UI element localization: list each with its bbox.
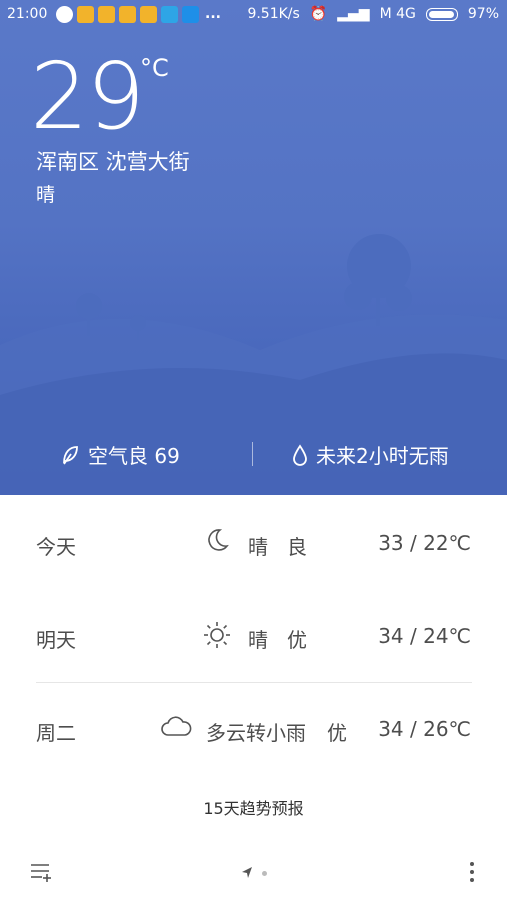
forecast-range: 34 / 24℃: [378, 624, 471, 648]
app-notification-icon: [56, 6, 73, 23]
alipay-icon: [182, 6, 199, 23]
daily-forecast: 今天 晴 良 33 / 22℃ 明天 晴 优 34 / 24℃ 周二 多云转小雨…: [0, 495, 507, 835]
air-info-row: 空气良 69 未来2小时无雨: [0, 432, 507, 476]
battery-level: 97%: [467, 6, 499, 22]
forecast-row[interactable]: 周二 多云转小雨 优 34 / 26℃: [0, 699, 507, 759]
current-temperature: 29: [30, 43, 145, 150]
mail-icon: [119, 6, 136, 23]
air-divider: [252, 442, 253, 466]
city-list-icon[interactable]: [30, 861, 54, 887]
status-bar: 21:00 ... 9.51K/s ⏰ ▂▄▆ M 4G 97%: [0, 0, 507, 28]
rain-forecast[interactable]: 未来2小时无雨: [292, 440, 449, 469]
forecast-desc: 晴: [248, 535, 268, 559]
trend-forecast-link[interactable]: 15天趋势预报: [0, 795, 507, 819]
mail-icon: [98, 6, 115, 23]
forecast-day: 明天: [36, 628, 76, 652]
status-right: 9.51K/s ⏰ ▂▄▆ M 4G 97%: [247, 6, 499, 22]
forecast-day: 今天: [36, 535, 76, 559]
moon-icon: [204, 527, 230, 558]
forecast-desc: 晴: [248, 628, 268, 652]
carrier-label: M 4G: [379, 6, 416, 22]
battery-icon: [425, 7, 458, 21]
forecast-desc: 多云转小雨: [206, 721, 306, 745]
air-quality-label: 空气良 69: [88, 444, 180, 468]
forecast-air-quality: 优: [287, 628, 307, 652]
notification-icons: ...: [56, 6, 221, 23]
more-menu-icon[interactable]: [468, 861, 476, 887]
alarm-icon: ⏰: [309, 6, 328, 22]
water-drop-icon: [293, 443, 307, 466]
location-label[interactable]: 浑南区 沈营大街: [36, 146, 190, 176]
location-arrow-icon[interactable]: [240, 865, 254, 884]
mail-icon: [77, 6, 94, 23]
forecast-range: 33 / 22℃: [378, 531, 471, 555]
air-quality[interactable]: 空气良 69: [60, 440, 180, 469]
status-time: 21:00: [7, 6, 48, 22]
rain-forecast-label: 未来2小时无雨: [316, 444, 449, 468]
temperature-unit: °C: [140, 54, 169, 82]
leaf-icon: [63, 445, 78, 465]
forecast-divider: [36, 682, 472, 683]
sun-icon: [202, 620, 232, 655]
mail-icon: [140, 6, 157, 23]
forecast-air-quality: 良: [287, 535, 307, 559]
forecast-row[interactable]: 今天 晴 良 33 / 22℃: [0, 513, 507, 573]
page-indicator-dot: [262, 871, 267, 876]
current-condition: 晴: [36, 184, 56, 206]
cloud-icon: [160, 713, 192, 746]
forecast-air-quality: 优: [327, 721, 347, 745]
forecast-row[interactable]: 明天 晴 优 34 / 24℃: [0, 606, 507, 666]
browser-icon: [161, 6, 178, 23]
signal-icon: ▂▄▆: [337, 6, 370, 22]
weather-hero: 21:00 ... 9.51K/s ⏰ ▂▄▆ M 4G 97% 29 °C 浑…: [0, 0, 507, 495]
bottom-bar: [0, 845, 507, 900]
more-notifications: ...: [205, 6, 221, 22]
forecast-day: 周二: [36, 721, 76, 745]
network-speed: 9.51K/s: [247, 6, 300, 22]
forecast-range: 34 / 26℃: [378, 717, 471, 741]
